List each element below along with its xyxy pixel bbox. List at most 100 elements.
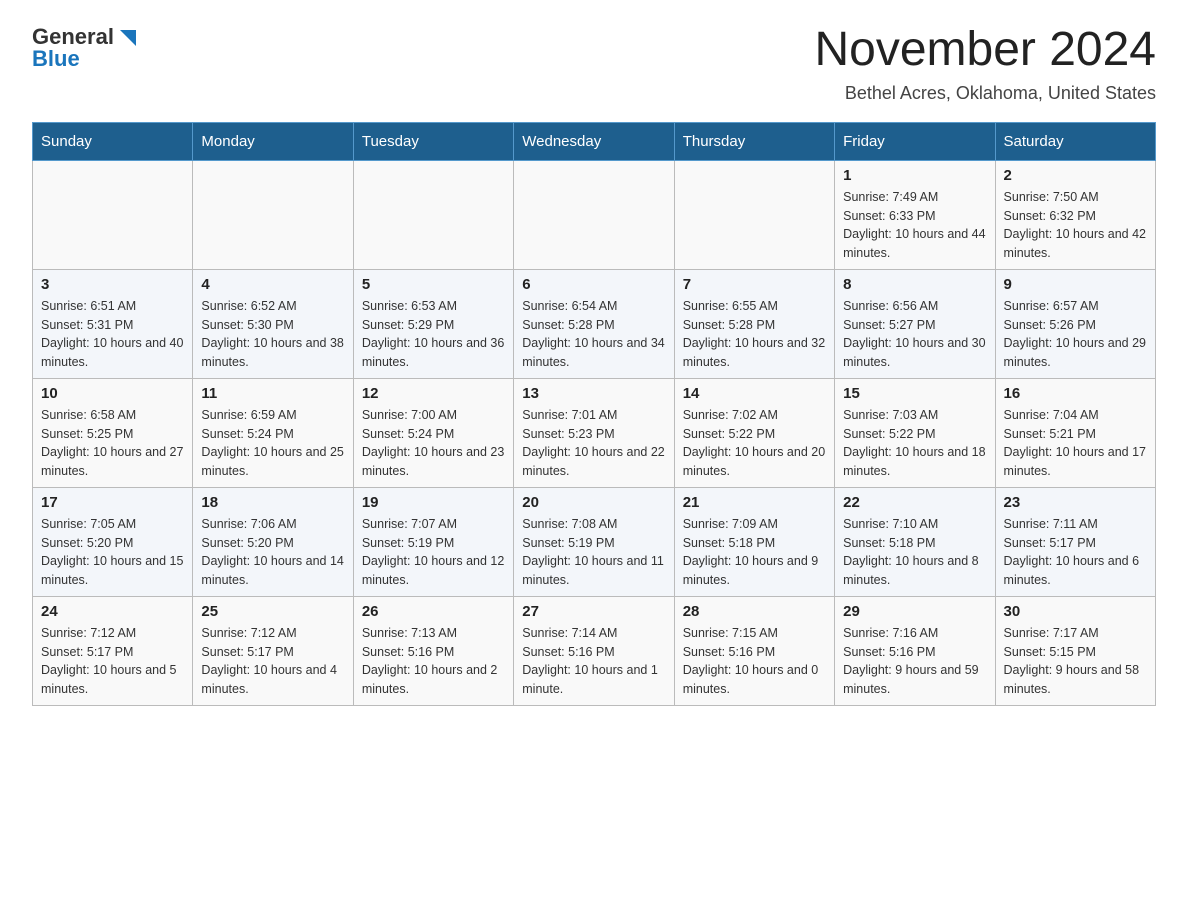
day-number: 7 bbox=[683, 276, 826, 293]
day-info: Sunrise: 6:59 AMSunset: 5:24 PMDaylight:… bbox=[201, 406, 344, 481]
header-day-tuesday: Tuesday bbox=[353, 122, 513, 160]
week-row-5: 24Sunrise: 7:12 AMSunset: 5:17 PMDayligh… bbox=[33, 596, 1156, 705]
day-info: Sunrise: 7:00 AMSunset: 5:24 PMDaylight:… bbox=[362, 406, 505, 481]
calendar-cell: 1 Sunrise: 7:49 AMSunset: 6:33 PMDaylight… bbox=[835, 160, 995, 269]
day-info: Sunrise: 6:54 AMSunset: 5:28 PMDaylight:… bbox=[522, 297, 665, 372]
day-number: 30 bbox=[1004, 603, 1147, 620]
calendar-table: SundayMondayTuesdayWednesdayThursdayFrid… bbox=[32, 122, 1156, 706]
day-number: 13 bbox=[522, 385, 665, 402]
calendar-cell bbox=[514, 160, 674, 269]
week-row-2: 3 Sunrise: 6:51 AMSunset: 5:31 PMDaylight… bbox=[33, 269, 1156, 378]
day-info: Sunrise: 6:55 AMSunset: 5:28 PMDaylight:… bbox=[683, 297, 826, 372]
header-row: SundayMondayTuesdayWednesdayThursdayFrid… bbox=[33, 122, 1156, 160]
day-info: Sunrise: 7:17 AMSunset: 5:15 PMDaylight:… bbox=[1004, 624, 1147, 699]
calendar-cell: 8 Sunrise: 6:56 AMSunset: 5:27 PMDaylight… bbox=[835, 269, 995, 378]
calendar-cell: 10Sunrise: 6:58 AMSunset: 5:25 PMDayligh… bbox=[33, 378, 193, 487]
calendar-cell: 27 Sunrise: 7:14 AMSunset: 5:16 PMDayligh… bbox=[514, 596, 674, 705]
calendar-cell: 19 Sunrise: 7:07 AMSunset: 5:19 PMDayligh… bbox=[353, 487, 513, 596]
day-number: 26 bbox=[362, 603, 505, 620]
day-info: Sunrise: 7:04 AMSunset: 5:21 PMDaylight:… bbox=[1004, 406, 1147, 481]
calendar-cell: 13Sunrise: 7:01 AMSunset: 5:23 PMDayligh… bbox=[514, 378, 674, 487]
day-number: 8 bbox=[843, 276, 986, 293]
day-number: 14 bbox=[683, 385, 826, 402]
calendar-cell: 21 Sunrise: 7:09 AMSunset: 5:18 PMDayligh… bbox=[674, 487, 834, 596]
calendar-cell: 15 Sunrise: 7:03 AMSunset: 5:22 PMDayligh… bbox=[835, 378, 995, 487]
day-number: 16 bbox=[1004, 385, 1147, 402]
header-day-thursday: Thursday bbox=[674, 122, 834, 160]
day-info: Sunrise: 7:49 AMSunset: 6:33 PMDaylight:… bbox=[843, 188, 986, 263]
day-info: Sunrise: 7:16 AMSunset: 5:16 PMDaylight:… bbox=[843, 624, 986, 699]
day-number: 9 bbox=[1004, 276, 1147, 293]
day-info: Sunrise: 7:03 AMSunset: 5:22 PMDaylight:… bbox=[843, 406, 986, 481]
logo: General Blue bbox=[32, 24, 138, 72]
day-info: Sunrise: 7:13 AMSunset: 5:16 PMDaylight:… bbox=[362, 624, 505, 699]
calendar-header: SundayMondayTuesdayWednesdayThursdayFrid… bbox=[33, 122, 1156, 160]
day-number: 17 bbox=[41, 494, 184, 511]
calendar-cell: 12 Sunrise: 7:00 AMSunset: 5:24 PMDayligh… bbox=[353, 378, 513, 487]
calendar-cell: 2Sunrise: 7:50 AMSunset: 6:32 PMDaylight… bbox=[995, 160, 1155, 269]
logo-triangle-icon bbox=[116, 26, 138, 48]
calendar-cell: 23Sunrise: 7:11 AMSunset: 5:17 PMDayligh… bbox=[995, 487, 1155, 596]
day-info: Sunrise: 7:12 AMSunset: 5:17 PMDaylight:… bbox=[201, 624, 344, 699]
calendar-cell: 17 Sunrise: 7:05 AMSunset: 5:20 PMDayligh… bbox=[33, 487, 193, 596]
calendar-cell: 26 Sunrise: 7:13 AMSunset: 5:16 PMDayligh… bbox=[353, 596, 513, 705]
calendar-cell: 4 Sunrise: 6:52 AMSunset: 5:30 PMDaylight… bbox=[193, 269, 353, 378]
day-number: 22 bbox=[843, 494, 986, 511]
calendar-cell bbox=[193, 160, 353, 269]
header-day-monday: Monday bbox=[193, 122, 353, 160]
calendar-cell: 9 Sunrise: 6:57 AMSunset: 5:26 PMDaylight… bbox=[995, 269, 1155, 378]
day-info: Sunrise: 7:14 AMSunset: 5:16 PMDaylight:… bbox=[522, 624, 665, 699]
day-info: Sunrise: 7:02 AMSunset: 5:22 PMDaylight:… bbox=[683, 406, 826, 481]
day-info: Sunrise: 7:05 AMSunset: 5:20 PMDaylight:… bbox=[41, 515, 184, 590]
day-info: Sunrise: 6:52 AMSunset: 5:30 PMDaylight:… bbox=[201, 297, 344, 372]
day-number: 15 bbox=[843, 385, 986, 402]
header-day-sunday: Sunday bbox=[33, 122, 193, 160]
day-info: Sunrise: 6:51 AMSunset: 5:31 PMDaylight:… bbox=[41, 297, 184, 372]
calendar-cell: 28 Sunrise: 7:15 AMSunset: 5:16 PMDayligh… bbox=[674, 596, 834, 705]
day-number: 29 bbox=[843, 603, 986, 620]
day-info: Sunrise: 7:09 AMSunset: 5:18 PMDaylight:… bbox=[683, 515, 826, 590]
day-number: 1 bbox=[843, 167, 986, 184]
calendar-title: November 2024 bbox=[814, 24, 1156, 77]
calendar-cell: 7 Sunrise: 6:55 AMSunset: 5:28 PMDaylight… bbox=[674, 269, 834, 378]
day-info: Sunrise: 7:07 AMSunset: 5:19 PMDaylight:… bbox=[362, 515, 505, 590]
calendar-cell bbox=[33, 160, 193, 269]
day-number: 12 bbox=[362, 385, 505, 402]
day-info: Sunrise: 7:10 AMSunset: 5:18 PMDaylight:… bbox=[843, 515, 986, 590]
day-number: 23 bbox=[1004, 494, 1147, 511]
day-info: Sunrise: 7:08 AMSunset: 5:19 PMDaylight:… bbox=[522, 515, 665, 590]
week-row-1: 1 Sunrise: 7:49 AMSunset: 6:33 PMDaylight… bbox=[33, 160, 1156, 269]
header-day-saturday: Saturday bbox=[995, 122, 1155, 160]
calendar-cell: 18Sunrise: 7:06 AMSunset: 5:20 PMDayligh… bbox=[193, 487, 353, 596]
logo-blue-text: Blue bbox=[32, 46, 80, 72]
page-header: General Blue November 2024 Bethel Acres,… bbox=[32, 24, 1156, 104]
day-info: Sunrise: 7:15 AMSunset: 5:16 PMDaylight:… bbox=[683, 624, 826, 699]
week-row-4: 17 Sunrise: 7:05 AMSunset: 5:20 PMDayligh… bbox=[33, 487, 1156, 596]
calendar-cell bbox=[674, 160, 834, 269]
day-number: 20 bbox=[522, 494, 665, 511]
calendar-cell: 5 Sunrise: 6:53 AMSunset: 5:29 PMDaylight… bbox=[353, 269, 513, 378]
day-number: 28 bbox=[683, 603, 826, 620]
day-number: 4 bbox=[201, 276, 344, 293]
day-info: Sunrise: 7:12 AMSunset: 5:17 PMDaylight:… bbox=[41, 624, 184, 699]
day-number: 27 bbox=[522, 603, 665, 620]
day-number: 5 bbox=[362, 276, 505, 293]
calendar-cell: 29 Sunrise: 7:16 AMSunset: 5:16 PMDayligh… bbox=[835, 596, 995, 705]
calendar-cell: 14 Sunrise: 7:02 AMSunset: 5:22 PMDayligh… bbox=[674, 378, 834, 487]
day-info: Sunrise: 6:56 AMSunset: 5:27 PMDaylight:… bbox=[843, 297, 986, 372]
calendar-cell: 11Sunrise: 6:59 AMSunset: 5:24 PMDayligh… bbox=[193, 378, 353, 487]
day-number: 3 bbox=[41, 276, 184, 293]
title-area: November 2024 Bethel Acres, Oklahoma, Un… bbox=[814, 24, 1156, 104]
day-number: 25 bbox=[201, 603, 344, 620]
day-number: 10 bbox=[41, 385, 184, 402]
day-info: Sunrise: 6:53 AMSunset: 5:29 PMDaylight:… bbox=[362, 297, 505, 372]
week-row-3: 10Sunrise: 6:58 AMSunset: 5:25 PMDayligh… bbox=[33, 378, 1156, 487]
day-number: 19 bbox=[362, 494, 505, 511]
day-number: 21 bbox=[683, 494, 826, 511]
calendar-cell: 3 Sunrise: 6:51 AMSunset: 5:31 PMDaylight… bbox=[33, 269, 193, 378]
calendar-cell: 22 Sunrise: 7:10 AMSunset: 5:18 PMDayligh… bbox=[835, 487, 995, 596]
day-number: 6 bbox=[522, 276, 665, 293]
day-number: 2 bbox=[1004, 167, 1147, 184]
day-info: Sunrise: 6:57 AMSunset: 5:26 PMDaylight:… bbox=[1004, 297, 1147, 372]
calendar-cell bbox=[353, 160, 513, 269]
